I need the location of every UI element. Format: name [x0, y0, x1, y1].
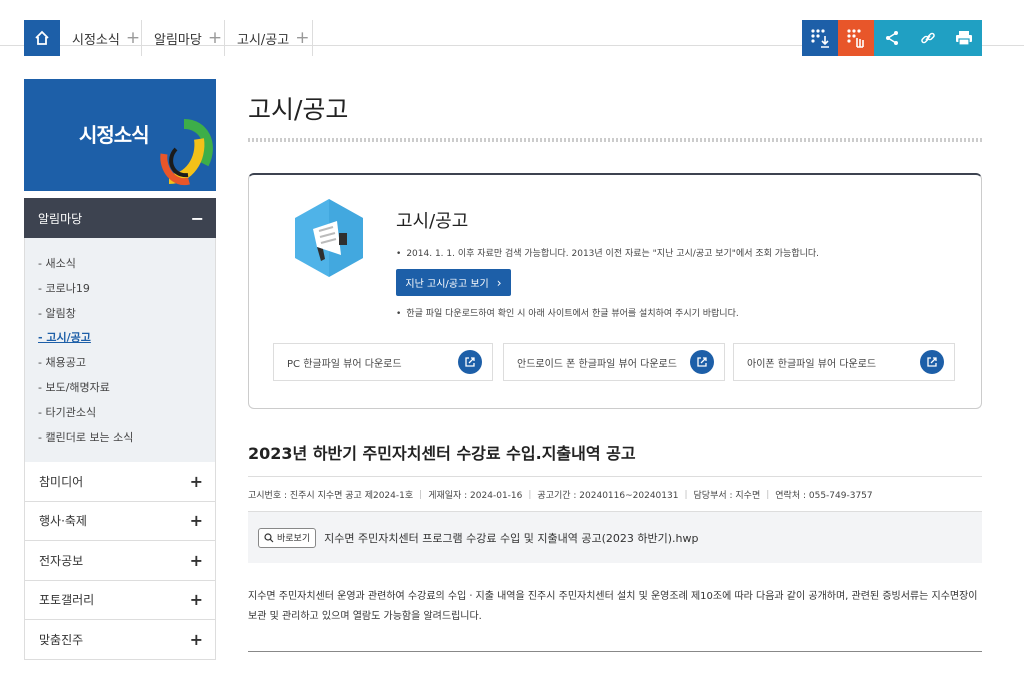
download-label: PC 한글파일 뷰어 다운로드	[287, 358, 402, 370]
external-link-icon	[920, 350, 944, 374]
touch-menu-button[interactable]	[838, 20, 874, 56]
meta-contact: 연락처 : 055-749-3757	[775, 491, 873, 501]
breadcrumb-item-1[interactable]: 시정소식 +	[60, 20, 142, 56]
top-nav-bar: 시정소식 + 알림마당 + 고시/공고 +	[0, 0, 1024, 56]
plus-icon: +	[189, 471, 203, 491]
post-meta: 고시번호 : 진주시 지수면 공고 제2024-1호 | 게재일자 : 2024-…	[248, 476, 982, 512]
sidebar-banner-title: 시정소식	[79, 123, 150, 147]
sidebar-subitem[interactable]: - 채용공고	[25, 351, 215, 376]
sidebar-subitem[interactable]: - 알림창	[25, 302, 215, 327]
share-button[interactable]	[874, 20, 910, 56]
magnifier-icon	[264, 532, 274, 542]
home-button[interactable]	[24, 20, 60, 56]
view-file-label: 바로보기	[277, 534, 311, 544]
sidebar-section-header[interactable]: 알림마당 −	[24, 198, 216, 238]
download-menu-button[interactable]	[802, 20, 838, 56]
download-label: 안드로이드 폰 한글파일 뷰어 다운로드	[517, 358, 677, 370]
chevron-right-icon: ›	[496, 275, 502, 290]
sidebar-item-label: 포토갤러리	[39, 593, 95, 608]
sidebar-subitem[interactable]: - 캘린더로 보는 소식	[25, 426, 215, 451]
past-notices-label: 지난 고시/공고 보기	[405, 279, 489, 290]
breadcrumb-label: 시정소식	[72, 32, 120, 48]
banner-logo-graphic	[160, 119, 213, 186]
page-title: 고시/공고	[248, 95, 349, 124]
meta-notice-number: 고시번호 : 진주시 지수면 공고 제2024-1호	[248, 491, 414, 501]
attachment-row: 바로보기 지수면 주민자치센터 프로그램 수강료 수입 및 지출내역 공고(20…	[248, 511, 982, 563]
grid-hand-icon	[847, 29, 864, 48]
post-body: 지수면 주민자치센터 운영과 관련하여 수강료의 수입ㆍ지출 내역을 진주시 주…	[248, 591, 978, 622]
sidebar-subitem[interactable]: - 코로나19	[25, 277, 215, 302]
sidebar-item[interactable]: 맞춤진주 +	[24, 620, 216, 660]
download-label: 아이폰 한글파일 뷰어 다운로드	[747, 358, 877, 370]
plus-icon: +	[295, 28, 310, 48]
post-title: 2023년 하반기 주민자치센터 수강료 수입.지출내역 공고	[248, 444, 636, 463]
minus-icon: −	[190, 208, 204, 228]
content-bottom-divider	[248, 651, 982, 652]
megaphone-icon	[295, 199, 363, 277]
meta-department: 담당부서 : 지수면	[693, 491, 761, 501]
sidebar-submenu: - 새소식 - 코로나19 - 알림창 - 고시/공고 - 채용공고 - 보도/…	[24, 238, 216, 462]
external-link-icon	[690, 350, 714, 374]
notice-info-box: 고시/공고 2014. 1. 1. 이후 자료만 검색 가능합니다. 2013년…	[248, 173, 982, 409]
print-button[interactable]	[946, 20, 982, 56]
breadcrumb-item-2[interactable]: 알림마당 +	[142, 20, 225, 56]
plus-icon: +	[189, 511, 203, 531]
sidebar-item[interactable]: 포토갤러리 +	[24, 580, 216, 620]
plus-icon: +	[207, 28, 223, 48]
sidebar-item-label: 맞춤진주	[39, 632, 84, 647]
sidebar-subitem[interactable]: - 새소식	[25, 252, 215, 277]
external-link-icon	[458, 350, 482, 374]
breadcrumb-label: 고시/공고	[237, 32, 290, 48]
sidebar-item[interactable]: 참미디어 +	[24, 462, 216, 502]
meta-post-date: 게재일자 : 2024-01-16	[428, 491, 523, 501]
link-icon	[921, 32, 935, 44]
sidebar-item-label: 참미디어	[39, 474, 84, 489]
breadcrumb-item-3[interactable]: 고시/공고 +	[225, 20, 313, 56]
sidebar-item-label: 행사·축제	[39, 514, 87, 529]
share-icon	[886, 31, 898, 45]
view-file-button[interactable]: 바로보기	[258, 527, 317, 548]
plus-icon: +	[189, 629, 203, 649]
title-divider	[248, 138, 982, 142]
attachment-file-link[interactable]: 지수면 주민자치센터 프로그램 수강료 수입 및 지출내역 공고(2023 하반…	[324, 530, 698, 546]
iphone-viewer-download-link[interactable]: 아이폰 한글파일 뷰어 다운로드	[733, 343, 955, 381]
printer-icon	[956, 31, 972, 46]
meta-notice-period: 공고기간 : 20240116~20240131	[537, 491, 679, 501]
past-notices-button[interactable]: 지난 고시/공고 보기 ›	[396, 269, 511, 296]
breadcrumb-label: 알림마당	[154, 32, 202, 48]
info-note-2: 한글 파일 다운로드하여 확인 시 아래 사이트에서 한글 뷰어를 설치하여 주…	[396, 306, 738, 319]
sidebar-item[interactable]: 전자공보 +	[24, 541, 216, 581]
android-viewer-download-link[interactable]: 안드로이드 폰 한글파일 뷰어 다운로드	[503, 343, 725, 381]
sidebar-item[interactable]: 행사·축제 +	[24, 501, 216, 541]
sidebar-banner: 시정소식	[24, 79, 216, 191]
sidebar-item-label: 전자공보	[39, 553, 84, 568]
sidebar-subitem-active[interactable]: - 고시/공고	[25, 326, 215, 351]
sidebar-subitem[interactable]: - 타기관소식	[25, 401, 215, 426]
info-title: 고시/공고	[396, 211, 469, 232]
plus-icon: +	[189, 590, 203, 610]
info-note-1: 2014. 1. 1. 이후 자료만 검색 가능합니다. 2013년 이전 자료…	[396, 246, 819, 259]
sidebar-section-title: 알림마당	[38, 211, 83, 226]
grid-download-icon	[811, 29, 829, 48]
sidebar-subitem[interactable]: - 보도/해명자료	[25, 376, 215, 401]
plus-icon: +	[189, 550, 203, 570]
pc-viewer-download-link[interactable]: PC 한글파일 뷰어 다운로드	[273, 343, 493, 381]
copy-link-button[interactable]	[910, 20, 946, 56]
plus-icon: +	[125, 28, 141, 48]
home-icon	[35, 30, 49, 45]
